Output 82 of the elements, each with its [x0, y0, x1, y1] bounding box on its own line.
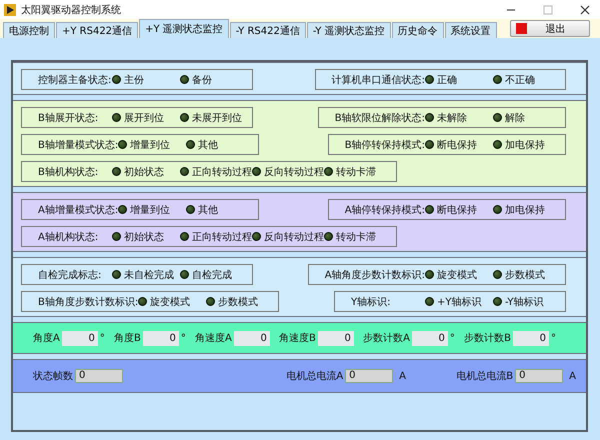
- stop-icon: [516, 23, 527, 34]
- tab[interactable]: -Y 遥测状态监控: [306, 22, 391, 38]
- led-label: 反向转动过程: [264, 166, 324, 178]
- led-label: 主份: [124, 74, 144, 86]
- led-label: 转动卡滞: [336, 166, 376, 178]
- led-label: 加电保持: [505, 204, 545, 216]
- led-label: 未自检完成: [124, 268, 174, 282]
- field-label: 步数计数B: [464, 332, 511, 345]
- unit-label: °: [100, 332, 105, 344]
- led-label: 反向转动过程: [264, 230, 324, 244]
- group-label: A轴停转保持模式:: [344, 204, 425, 216]
- unit-label: °: [450, 332, 455, 344]
- group-label: B轴软限位解除状态:: [334, 112, 425, 124]
- group-label: Y轴标识:: [351, 296, 392, 308]
- led-label: 断电保持: [437, 138, 477, 152]
- app-icon: [4, 4, 16, 16]
- led-label: 增量到位: [130, 138, 170, 152]
- led-label: 增量到位: [130, 204, 170, 216]
- led-label: 断电保持: [437, 204, 477, 216]
- tab[interactable]: +Y RS422通信: [56, 22, 138, 38]
- group-label: B轴角度步数计数标识:: [38, 296, 138, 308]
- unit-label: A: [399, 370, 406, 382]
- group-label: B轴展开状态:: [38, 112, 100, 124]
- close-icon[interactable]: [580, 4, 590, 14]
- led-label: 备份: [192, 74, 212, 86]
- unit-label: °: [180, 332, 186, 344]
- led-label: 旋变模式: [437, 268, 477, 282]
- led-label: 未展开到位: [192, 112, 242, 124]
- group-label: 控制器主备状态:: [38, 74, 112, 86]
- group-label: B轴停转保持模式:: [344, 138, 425, 152]
- field-label: 电机总电流A: [286, 370, 344, 383]
- field-label: 状态帧数: [33, 370, 73, 383]
- group-label: A轴机构状态:: [38, 230, 100, 244]
- group-label: A轴角度步数计数标识:: [324, 268, 425, 282]
- led-label: +Y轴标识: [437, 296, 482, 308]
- led-label: 正向转动过程: [192, 230, 252, 244]
- led-label: 旋变模式: [150, 296, 190, 308]
- numeric-field[interactable]: 0: [512, 330, 549, 346]
- led-label: 其他: [198, 138, 218, 152]
- led-label: 解除: [505, 112, 525, 124]
- group-label: 计算机串口通信状态:: [332, 74, 425, 86]
- exit-button[interactable]: 退出: [510, 20, 590, 37]
- led-label: 初始状态: [124, 166, 164, 178]
- numeric-field[interactable]: 0: [412, 330, 448, 346]
- numeric-field[interactable]: 0: [515, 369, 564, 383]
- unit-label: A: [569, 370, 576, 382]
- led-label: 不正确: [505, 74, 535, 86]
- led-label: 步数模式: [218, 296, 258, 308]
- numeric-field[interactable]: 0: [142, 330, 179, 346]
- led-label: 转动卡滞: [336, 230, 376, 244]
- led-label: -Y轴标识: [505, 296, 544, 308]
- numeric-field[interactable]: 0: [345, 369, 394, 383]
- field-label: 角度A: [33, 332, 60, 345]
- led-label: 自检完成: [192, 268, 232, 282]
- group-label: B轴增量模式状态:: [38, 138, 118, 152]
- field-label: 角速度B: [279, 332, 316, 345]
- field-label: 步数计数A: [363, 332, 410, 345]
- group-label: A轴增量模式状态:: [38, 204, 118, 216]
- field-label: 角速度A: [195, 332, 232, 345]
- field-label: 电机总电流B: [456, 370, 514, 383]
- numeric-field[interactable]: 0: [318, 330, 354, 346]
- led-label: 未解除: [437, 112, 467, 124]
- led-label: 正向转动过程: [192, 166, 252, 178]
- unit-label: °: [550, 332, 556, 344]
- group-label: B轴机构状态:: [38, 166, 100, 178]
- window-title: 太阳翼驱动器控制系统: [21, 4, 122, 16]
- numeric-field[interactable]: 0: [234, 330, 270, 346]
- field-label: 角度B: [114, 332, 141, 345]
- tab[interactable]: +Y 遥测状态监控: [139, 19, 229, 38]
- tab[interactable]: 系统设置: [444, 22, 497, 38]
- tab[interactable]: 历史命令: [392, 22, 444, 38]
- led-label: 步数模式: [505, 268, 545, 282]
- numeric-field[interactable]: 0: [75, 369, 123, 383]
- led-label: 展开到位: [124, 112, 164, 124]
- led-label: 加电保持: [505, 138, 545, 152]
- group-label: 自检完成标志:: [38, 268, 102, 282]
- numeric-field[interactable]: 0: [62, 330, 98, 346]
- led-label: 其他: [198, 204, 218, 216]
- tab[interactable]: -Y RS422通信: [230, 22, 306, 38]
- led-label: 正确: [437, 74, 457, 86]
- tab[interactable]: 电源控制: [3, 22, 55, 38]
- led-label: 初始状态: [124, 230, 164, 244]
